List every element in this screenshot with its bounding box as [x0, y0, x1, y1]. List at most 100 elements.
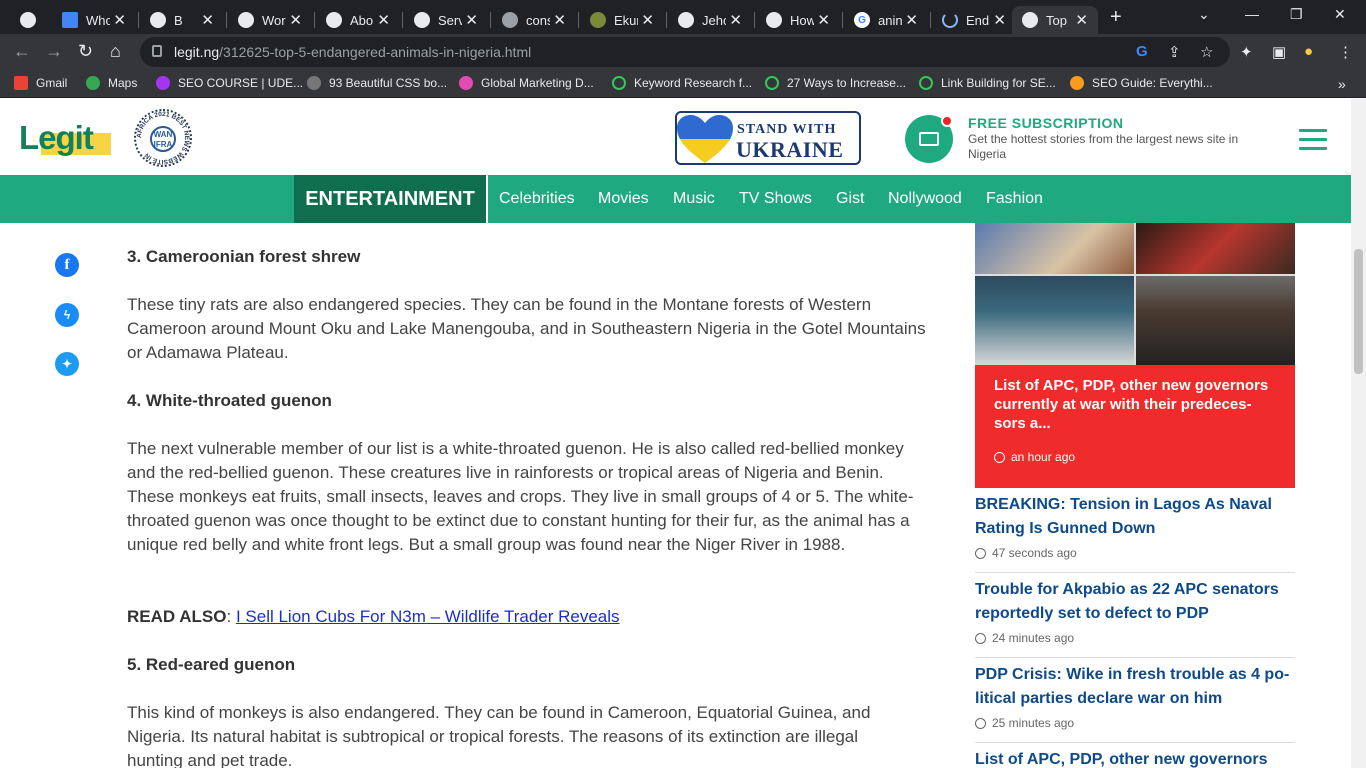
tab-5[interactable]: Serv ✕ [404, 6, 488, 34]
chrome-icon [20, 12, 36, 28]
tab-search-icon[interactable]: ⌄ [1198, 6, 1210, 23]
address-bar[interactable]: legit.ng/312625-top-5-endangered-animals… [140, 37, 1230, 67]
docs-icon [62, 12, 78, 28]
new-tab-button[interactable]: + [1110, 6, 1122, 29]
close-tab-icon[interactable]: ✕ [905, 11, 918, 29]
close-tab-icon[interactable]: ✕ [201, 11, 214, 29]
news-item[interactable]: PDP Crisis: Wike in fresh trouble as 4 p… [975, 663, 1295, 730]
news-title[interactable]: BREAKING: Tension in Lagos As Naval Rati… [975, 493, 1295, 541]
twitter-share-icon[interactable]: ✦ [55, 352, 79, 376]
page-scrollbar[interactable] [1351, 99, 1366, 768]
bookmark-link-building[interactable]: Link Building for SE... [919, 76, 1056, 90]
python-extension-icon[interactable]: ● [1304, 43, 1313, 60]
bookmark-global-marketing[interactable]: Global Marketing D... [459, 76, 594, 90]
nav-item-gist[interactable]: Gist [836, 190, 864, 208]
close-tab-icon[interactable]: ✕ [465, 11, 478, 29]
lock-icon [152, 45, 162, 57]
tab-12-active[interactable]: Top ✕ [1012, 6, 1098, 34]
facebook-share-icon[interactable]: f [55, 253, 79, 277]
tab-10[interactable]: Ganin ✕ [844, 6, 928, 34]
notification-dot [941, 115, 953, 127]
close-tab-icon[interactable]: ✕ [553, 11, 566, 29]
legit-logo[interactable]: Legit [19, 119, 111, 157]
section-heading: 3. Cameroonian forest shrew [127, 247, 361, 266]
bookmark-star-icon[interactable]: ☆ [1200, 43, 1213, 61]
chrome-icon [150, 12, 166, 28]
back-icon[interactable]: ← [13, 42, 31, 60]
nav-item-fashion[interactable]: Fashion [986, 190, 1043, 208]
subscription-title[interactable]: FREE SUBSCRIPTION [968, 115, 1124, 131]
scrollbar-thumb[interactable] [1354, 249, 1363, 374]
close-tab-icon[interactable]: ✕ [729, 11, 742, 29]
close-tab-icon[interactable]: ✕ [817, 11, 830, 29]
maps-icon [86, 76, 100, 90]
section-heading: 5. Red-eared guenon [127, 655, 296, 674]
bookmark-keyword-research[interactable]: Keyword Research f... [612, 76, 752, 90]
read-also: READ ALSO: I Sell Lion Cubs For N3m – Wi… [127, 607, 620, 626]
bookmark-seo-course[interactable]: SEO COURSE | UDE... [156, 76, 303, 90]
nav-item-movies[interactable]: Movies [598, 190, 649, 208]
close-tab-icon[interactable]: ✕ [377, 11, 390, 29]
featured-story[interactable]: List of APC, PDP, other new governors cu… [975, 365, 1295, 488]
minimize-button[interactable]: — [1245, 6, 1259, 22]
close-tab-icon[interactable]: ✕ [113, 11, 126, 29]
paragraph: This kind of monkeys is also endangered.… [127, 703, 871, 768]
gmail-icon [14, 76, 28, 90]
nav-item-celebrities[interactable]: Celebrities [499, 190, 575, 208]
section-heading: 4. White-throated guenon [127, 391, 332, 410]
photo-tile [975, 276, 1134, 365]
featured-title[interactable]: List of APC, PDP, other new governors cu… [994, 376, 1274, 433]
news-title[interactable]: Trouble for Akpabio as 22 APC senators r… [975, 578, 1295, 626]
tab-7[interactable]: Ekur✕ [580, 6, 664, 34]
bookmark-seo-guide[interactable]: SEO Guide: Everythi... [1070, 76, 1213, 90]
close-tab-icon[interactable]: ✕ [641, 11, 654, 29]
subscription-description: Get the hottest stories from the largest… [968, 132, 1239, 161]
tab-1[interactable]: Who ✕ [52, 6, 136, 34]
news-item[interactable]: Trouble for Akpabio as 22 APC senators r… [975, 578, 1295, 645]
messenger-share-icon[interactable]: ϟ [55, 303, 79, 327]
reload-icon[interactable]: ↻ [78, 42, 93, 60]
google-lens-icon[interactable]: G [1136, 43, 1148, 60]
nav-item-music[interactable]: Music [673, 190, 715, 208]
side-panel-icon[interactable]: ▣ [1272, 43, 1286, 61]
tab-11[interactable]: End ✕ [932, 6, 1016, 34]
bookmark-gmail[interactable]: Gmail [14, 76, 67, 90]
tab-6[interactable]: cons✕ [492, 6, 576, 34]
tab-9[interactable]: How ✕ [756, 6, 840, 34]
photo-tile [1136, 276, 1295, 365]
tab-4[interactable]: Abo ✕ [316, 6, 400, 34]
bookmark-maps[interactable]: Maps [86, 76, 137, 90]
menu-icon[interactable]: ⋮ [1338, 43, 1353, 61]
tab-0[interactable] [10, 6, 50, 34]
news-item[interactable]: BREAKING: Tension in Lagos As Naval Rati… [975, 493, 1295, 560]
bookmark-css-buttons[interactable]: 93 Beautiful CSS bo... [307, 76, 447, 90]
extensions-icon[interactable]: ✦ [1240, 43, 1253, 61]
nav-category-entertainment[interactable]: ENTERTAINMENT [294, 175, 486, 223]
news-title[interactable]: PDP Crisis: Wike in fresh trouble as 4 p… [975, 663, 1295, 711]
restore-button[interactable]: ❐ [1290, 6, 1303, 23]
stand-with-ukraine-banner[interactable]: STAND WITH UKRAINE [675, 111, 861, 165]
share-icon[interactable]: ⇪ [1168, 43, 1181, 61]
subscription-mail-icon[interactable] [905, 115, 953, 163]
tab-2[interactable]: B ✕ [140, 6, 224, 34]
close-tab-icon[interactable]: ✕ [993, 11, 1006, 29]
forward-icon[interactable]: → [45, 42, 63, 60]
tab-3[interactable]: Worl ✕ [228, 6, 312, 34]
tab-8[interactable]: Jeho✕ [668, 6, 752, 34]
award-badge: AFRICA 2021 BEST NEWS WEBSITE IN WAN IFR… [134, 109, 192, 167]
bookmark-27-ways[interactable]: 27 Ways to Increase... [765, 76, 906, 90]
home-icon[interactable]: ⌂ [110, 42, 121, 60]
nav-item-tv-shows[interactable]: TV Shows [739, 190, 812, 208]
more-bookmarks-icon[interactable]: » [1338, 76, 1346, 92]
nav-item-nollywood[interactable]: Nollywood [888, 190, 962, 208]
close-window-button[interactable]: ✕ [1334, 6, 1346, 23]
site-icon [612, 76, 626, 90]
news-item[interactable]: List of APC, PDP, other new governors [975, 748, 1295, 768]
hamburger-menu-icon[interactable] [1299, 129, 1327, 156]
close-tab-icon[interactable]: ✕ [1075, 11, 1088, 29]
read-also-link[interactable]: I Sell Lion Cubs For N3m – Wildlife Trad… [236, 607, 620, 626]
chrome-icon [766, 12, 782, 28]
featured-photo-collage[interactable] [975, 223, 1295, 365]
close-tab-icon[interactable]: ✕ [289, 11, 302, 29]
news-title[interactable]: List of APC, PDP, other new governors [975, 748, 1295, 768]
